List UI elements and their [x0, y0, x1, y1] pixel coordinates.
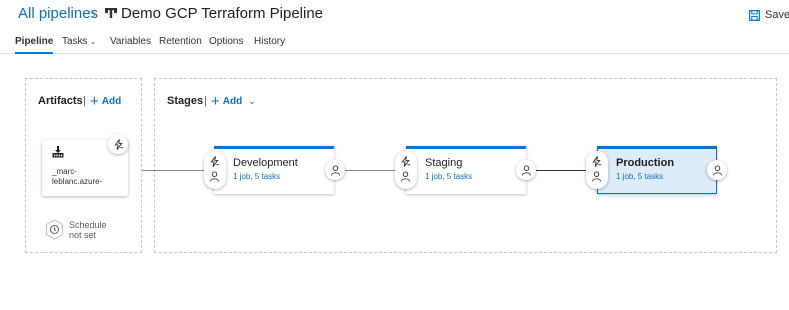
- post-deployment-conditions-production[interactable]: [707, 160, 727, 180]
- post-deployment-conditions-development[interactable]: [325, 160, 345, 180]
- staging-to-production-connector: [535, 170, 588, 171]
- stage-name: Development: [233, 157, 298, 169]
- tab-history[interactable]: History: [254, 36, 285, 53]
- person-icon: [400, 171, 411, 182]
- pipeline-icon: [105, 8, 117, 18]
- artifacts-separator: |: [83, 95, 86, 107]
- add-artifact-button[interactable]: + Add: [90, 92, 122, 110]
- add-stage-label: Add: [222, 96, 243, 107]
- artifact-to-development-connector: [142, 170, 205, 171]
- tab-options[interactable]: Options: [209, 36, 243, 53]
- stages-separator: |: [204, 95, 207, 107]
- breadcrumb-chevron-icon: ›: [92, 5, 97, 21]
- post-deployment-conditions-staging[interactable]: [516, 160, 536, 180]
- person-icon: [591, 171, 602, 182]
- tab-options-label: Options: [209, 36, 244, 47]
- add-stage-button[interactable]: + Add ⌄: [211, 92, 256, 110]
- pipeline-canvas: Artifacts | + Add Stages | + Add ⌄ _marc…: [0, 55, 789, 310]
- tab-variables[interactable]: Variables: [110, 36, 151, 53]
- chevron-down-icon: ⌄: [248, 96, 256, 106]
- stage-development[interactable]: Development 1 job, 5 tasks: [214, 146, 334, 194]
- tab-history-label: History: [254, 36, 286, 47]
- development-to-staging-connector: [344, 170, 396, 171]
- artifact-name-line1: _marc-: [52, 167, 77, 176]
- stage-staging[interactable]: Staging 1 job, 5 tasks: [406, 146, 526, 194]
- continuous-deployment-trigger-button[interactable]: [108, 134, 128, 154]
- chevron-down-icon: ⌄: [89, 37, 97, 46]
- person-icon: [209, 171, 220, 182]
- person-icon: [712, 164, 722, 176]
- tab-retention-label: Retention: [159, 36, 202, 47]
- schedule-label[interactable]: Schedule not set: [69, 220, 107, 240]
- schedule-line2: not set: [69, 230, 97, 240]
- tab-pipeline-label: Pipeline: [15, 36, 54, 47]
- save-icon: [749, 9, 760, 21]
- plus-icon: +: [90, 92, 99, 110]
- add-artifact-label: Add: [101, 96, 122, 107]
- person-icon: [521, 164, 531, 176]
- stage-summary-link[interactable]: 1 job, 5 tasks: [233, 172, 280, 181]
- artifact-name: _marc- leblanc.azure-: [52, 167, 102, 187]
- lightning-trigger-icon: [401, 156, 411, 167]
- plus-icon: +: [211, 92, 220, 110]
- breadcrumb-all-pipelines[interactable]: All pipelines: [18, 5, 98, 22]
- stage-summary-link[interactable]: 1 job, 5 tasks: [616, 172, 663, 181]
- stage-production[interactable]: Production 1 job, 5 tasks: [597, 146, 717, 194]
- header: All pipelines › Demo GCP Terraform Pipel…: [0, 0, 789, 30]
- lightning-trigger-icon: [592, 156, 602, 167]
- page-title: Demo GCP Terraform Pipeline: [121, 5, 324, 22]
- stages-title: Stages: [167, 95, 204, 107]
- schedule-line1: Schedule: [69, 220, 107, 230]
- tab-tasks-label: Tasks: [62, 36, 88, 47]
- tab-pipeline[interactable]: Pipeline: [15, 36, 54, 54]
- stage-summary-link[interactable]: 1 job, 5 tasks: [425, 172, 472, 181]
- lightning-trigger-icon: [210, 156, 220, 167]
- save-label: Save: [765, 9, 789, 21]
- person-icon: [330, 164, 340, 176]
- pre-deployment-conditions-production[interactable]: [586, 151, 608, 189]
- stage-name: Staging: [425, 157, 463, 169]
- tab-variables-label: Variables: [110, 36, 151, 47]
- pre-deployment-conditions-staging[interactable]: [395, 151, 417, 189]
- tab-retention[interactable]: Retention: [159, 36, 202, 53]
- stage-name: Production: [616, 157, 675, 169]
- build-artifact-icon: [52, 146, 64, 158]
- tab-bar: Pipeline Tasks ⌄ Variables Retention Opti…: [0, 34, 789, 54]
- tab-tasks[interactable]: Tasks ⌄: [62, 36, 96, 53]
- pre-deployment-conditions-development[interactable]: [204, 151, 226, 189]
- artifacts-title: Artifacts: [38, 95, 83, 107]
- lightning-trigger-icon: [113, 138, 123, 150]
- save-button[interactable]: Save: [749, 7, 789, 23]
- artifact-name-line2: leblanc.azure-: [52, 177, 103, 186]
- schedule-icon[interactable]: [45, 219, 64, 240]
